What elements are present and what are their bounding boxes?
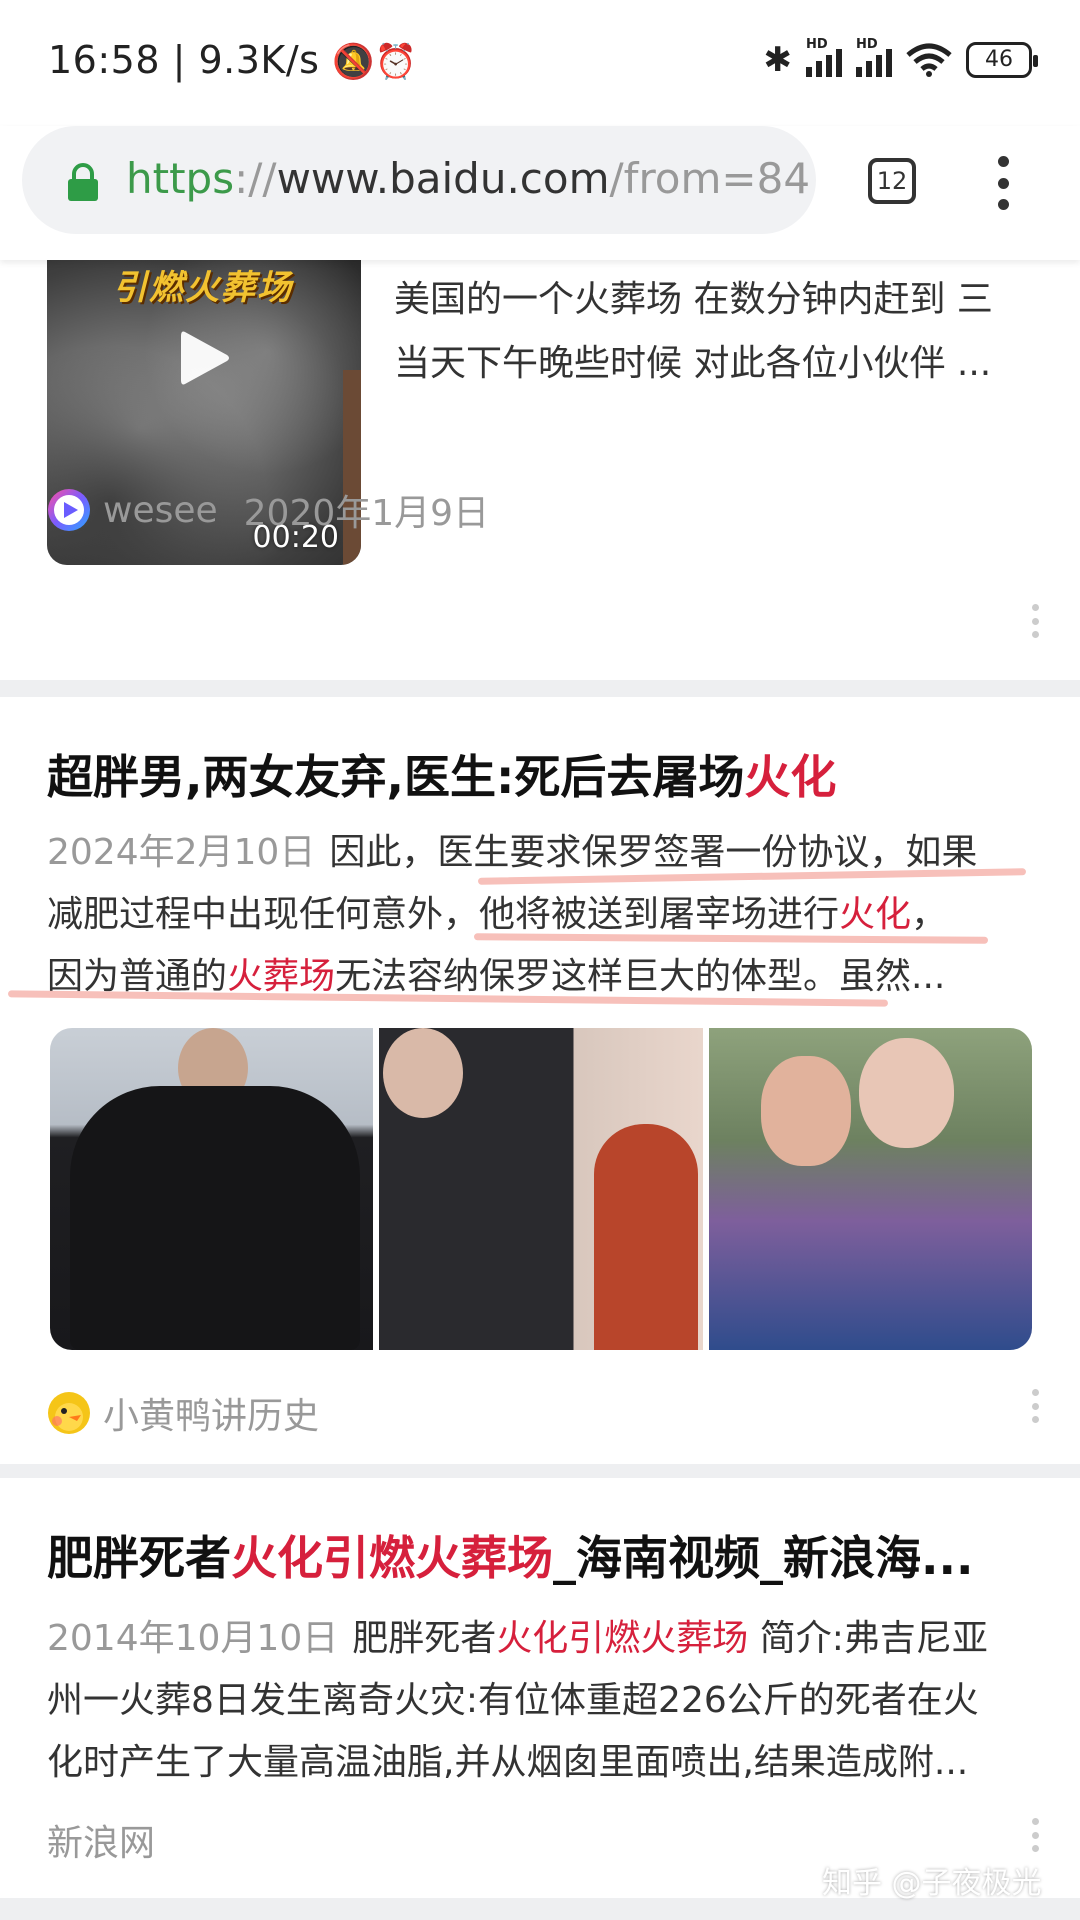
signal-icon: HD: [806, 37, 842, 77]
result-card-3[interactable]: 肥胖死者火化引燃火葬场_海南视频_新浪海... 2014年10月10日 肥胖死者火…: [0, 1478, 1080, 1898]
result-title[interactable]: 超胖男,两女友弃,医生:死后去屠场火化: [47, 741, 836, 807]
more-options-icon[interactable]: [1032, 1818, 1040, 1852]
status-bar: 16:58 | 9.3K/s 🔕⏰ ✱ HD HD 46: [0, 0, 1080, 126]
result-image-2[interactable]: [379, 1028, 703, 1350]
result-snippet: 美国的一个火葬场 在数分钟内赶到 三 当天下午晚些时候 对此各位小伙伴 ...: [394, 279, 993, 384]
tab-switcher-button[interactable]: 12: [868, 158, 916, 204]
wesee-logo-icon: [48, 489, 90, 531]
result-image-strip[interactable]: [50, 1028, 1032, 1350]
source-name: 新浪网: [47, 1823, 156, 1864]
duck-avatar-icon: [48, 1392, 90, 1434]
play-icon[interactable]: [179, 328, 231, 388]
bluetooth-icon: ✱: [763, 40, 793, 80]
url-text[interactable]: https://www.baidu.com/from=84: [126, 154, 810, 203]
wifi-icon: [906, 43, 952, 77]
result-source: 小黄鸭讲历史: [47, 1387, 319, 1439]
mute-icon: 🔕: [332, 42, 375, 82]
signal-icon-2: HD: [856, 37, 892, 77]
status-time: 16:58: [48, 38, 161, 82]
overflow-menu-icon[interactable]: [994, 156, 1012, 210]
watermark: 知乎 @子夜极光: [822, 1866, 1042, 1901]
result-snippet: 2024年2月10日 因此，医生要求保罗签署一份协议，如果 减肥过程中出现任何意外…: [47, 832, 978, 997]
battery-icon: 46: [966, 42, 1038, 78]
result-source: 新浪网: [47, 1814, 155, 1866]
result-card-1[interactable]: 引燃火葬场 00:20 美国的一个火葬场 在数分钟内赶到 三 当天下午晚些时候 …: [0, 260, 1080, 680]
result-date: 2014年10月10日: [47, 1618, 339, 1659]
more-options-icon[interactable]: [1032, 604, 1040, 638]
result-date: 2020年1月9日: [243, 493, 490, 534]
result-image-3[interactable]: [708, 1028, 1032, 1350]
more-options-icon[interactable]: [1032, 1389, 1040, 1423]
address-bar[interactable]: https://www.baidu.com/from=84: [22, 126, 816, 234]
status-icons: ✱ HD HD 46: [763, 37, 1038, 80]
thumbnail-title: 引燃火葬场: [113, 268, 293, 308]
status-time-speed: 16:58 | 9.3K/s 🔕⏰: [48, 38, 418, 82]
result-card-2[interactable]: 超胖男,两女友弃,医生:死后去屠场火化 2024年2月10日 因此，医生要求保罗签…: [0, 697, 1080, 1464]
result-snippet: 2014年10月10日 肥胖死者火化引燃火葬场 简介:弗吉尼亚 州一火葬8日发生离…: [47, 1618, 988, 1783]
result-title[interactable]: 肥胖死者火化引燃火葬场_海南视频_新浪海...: [47, 1522, 973, 1588]
result-image-1[interactable]: [50, 1028, 374, 1350]
source-name: 小黄鸭讲历史: [103, 1396, 320, 1437]
result-source: wesee 2020年1月9日: [47, 484, 489, 536]
alarm-icon: ⏰: [374, 42, 418, 82]
browser-toolbar: https://www.baidu.com/from=84 12: [0, 126, 1080, 260]
lock-icon: [68, 163, 98, 201]
result-date: 2024年2月10日: [47, 832, 316, 873]
source-name: wesee: [103, 489, 218, 531]
status-net-speed: 9.3K/s: [198, 38, 320, 82]
